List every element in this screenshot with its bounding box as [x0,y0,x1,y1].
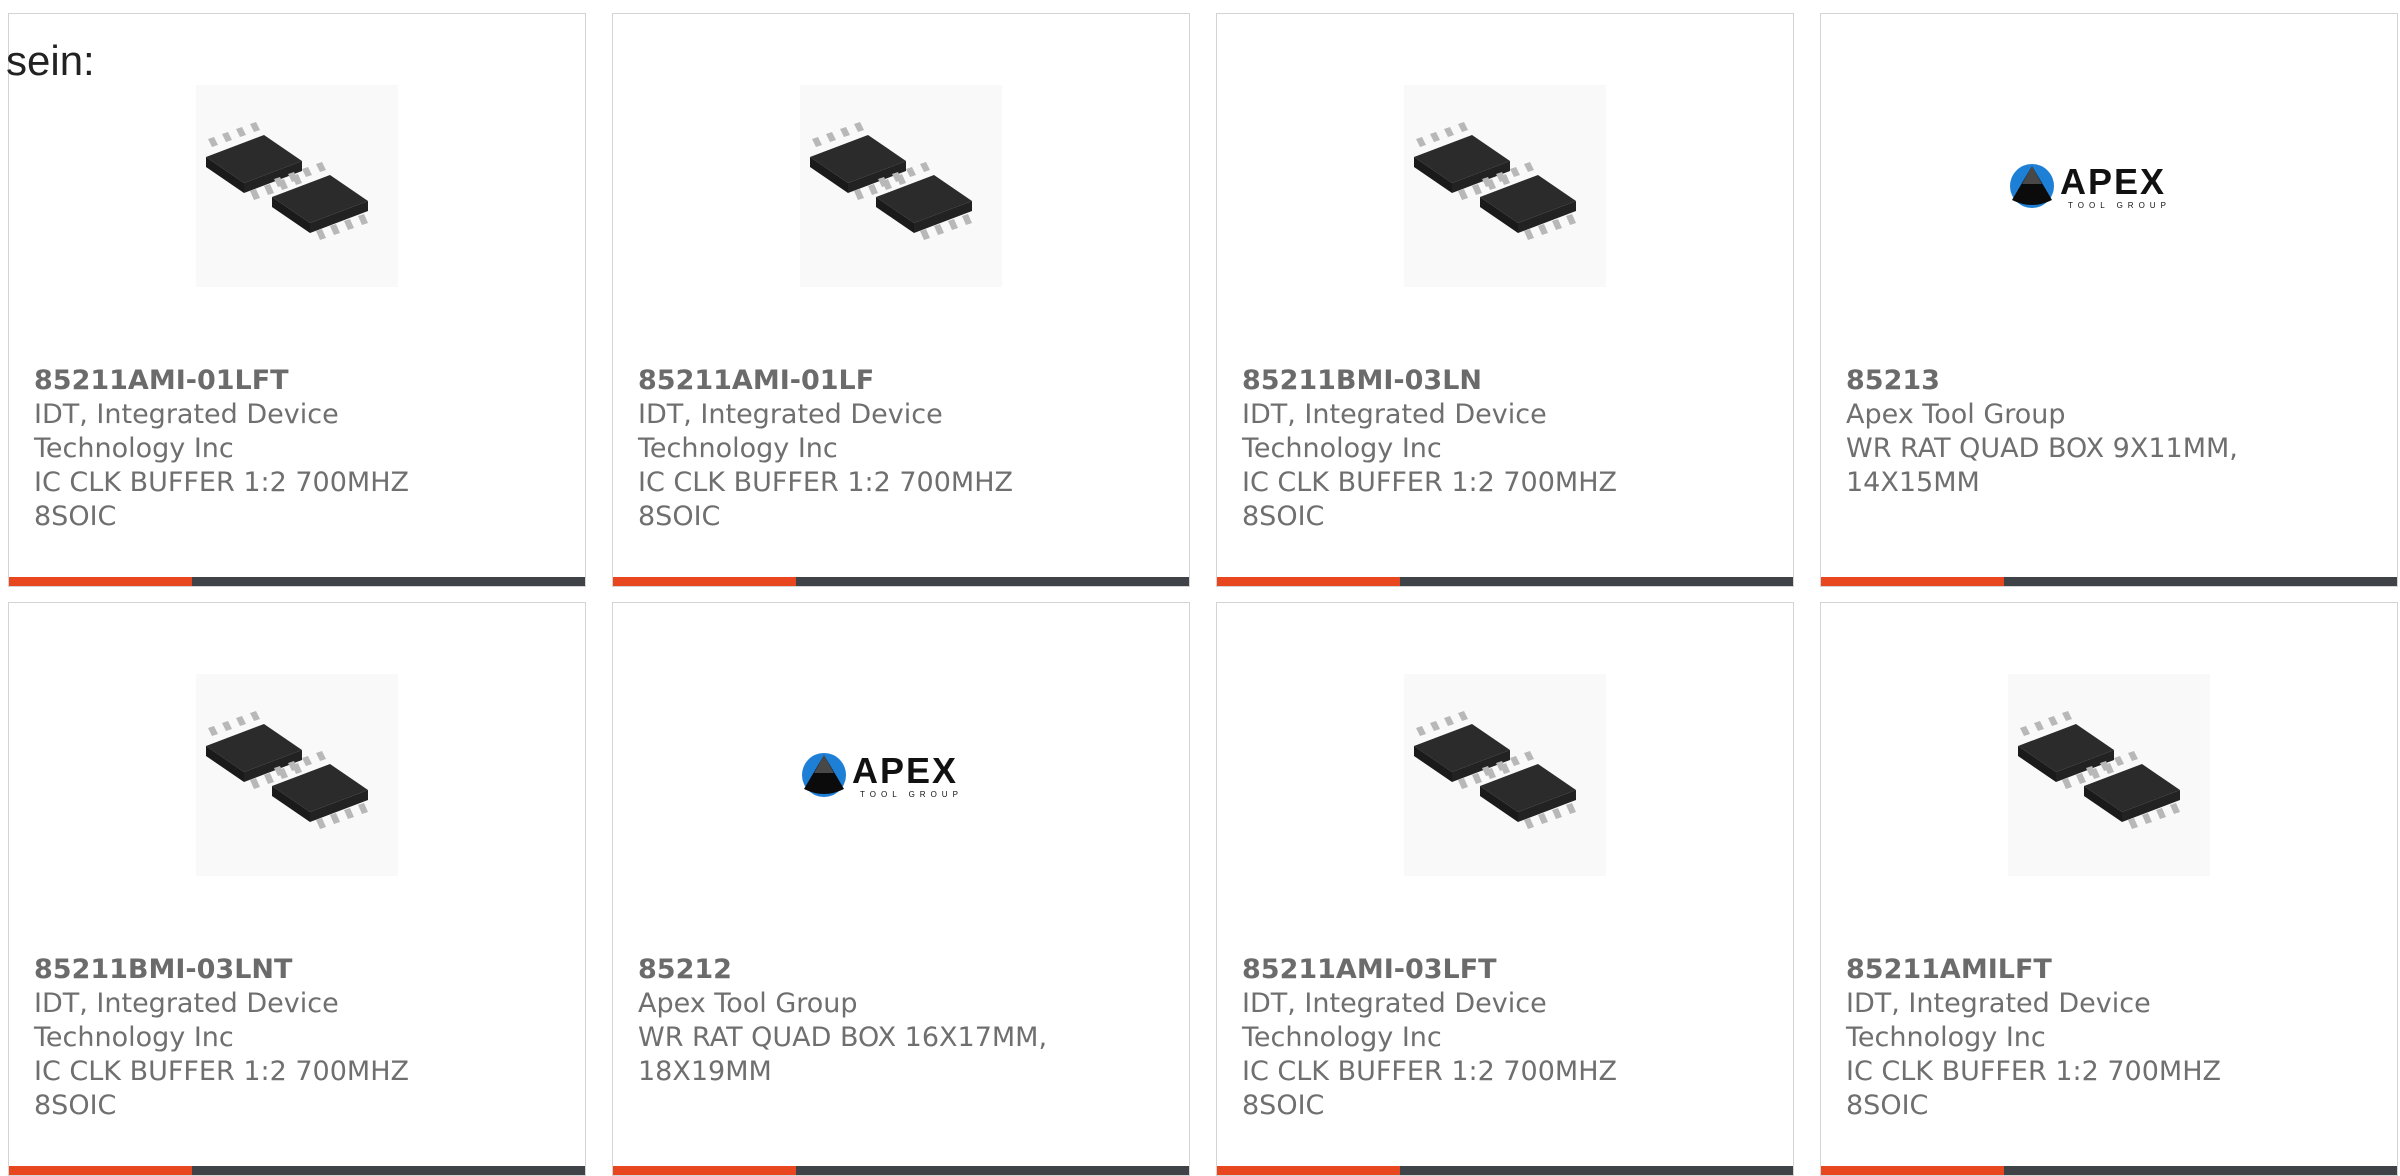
product-card[interactable]: APEX TOOL GROUP 85213 Apex Tool Group WR … [1820,13,2398,587]
product-card[interactable]: 85211AMI-01LFT IDT, Integrated Device Te… [8,13,586,587]
card-footer-bar [1217,577,1793,586]
soic-chip-image[interactable] [196,674,398,876]
description-line: WR RAT QUAD BOX 9X11MM, [1846,433,2238,464]
svg-text:APEX: APEX [852,750,958,791]
card-footer-bar [9,577,585,586]
product-card[interactable]: 85211AMILFT IDT, Integrated Device Techn… [1820,602,2398,1176]
apex-logo[interactable]: APEX TOOL GROUP [2008,85,2210,287]
description-line: IC CLK BUFFER 1:2 700MHZ [34,1056,409,1087]
description-line: IC CLK BUFFER 1:2 700MHZ [638,467,1013,498]
product-info: 85211AMI-01LFT IDT, Integrated Device Te… [34,364,565,534]
card-footer-accent [9,577,192,586]
product-info: 85213 Apex Tool Group WR RAT QUAD BOX 9X… [1846,364,2377,500]
manufacturer-line: IDT, Integrated Device [638,399,943,430]
manufacturer-line: Technology Inc [34,1022,234,1053]
soic-chip-image[interactable] [196,85,398,287]
product-card[interactable]: APEX TOOL GROUP 85212 Apex Tool Group WR … [612,602,1190,1176]
manufacturer-line: Technology Inc [1242,1022,1442,1053]
description-line: IC CLK BUFFER 1:2 700MHZ [34,467,409,498]
card-footer-bar [9,1166,585,1175]
manufacturer-line: IDT, Integrated Device [1242,988,1547,1019]
card-footer-bar [1217,1166,1793,1175]
manufacturer-line: Technology Inc [638,433,838,464]
product-card[interactable]: 85211BMI-03LNT IDT, Integrated Device Te… [8,602,586,1176]
product-info: 85211AMI-03LFT IDT, Integrated Device Te… [1242,953,1773,1123]
part-number-link[interactable]: 85211AMI-03LFT [1242,953,1773,987]
product-info: 85211AMILFT IDT, Integrated Device Techn… [1846,953,2377,1123]
product-grid: 85211AMI-01LFT IDT, Integrated Device Te… [0,0,2400,1176]
description-line: 8SOIC [1242,1090,1325,1121]
description-line: 8SOIC [1242,501,1325,532]
card-footer-bar [613,1166,1189,1175]
card-footer-bar [1821,1166,2397,1175]
manufacturer-line: Apex Tool Group [1846,399,2066,430]
product-card[interactable]: 85211AMI-03LFT IDT, Integrated Device Te… [1216,602,1794,1176]
apex-logo[interactable]: APEX TOOL GROUP [800,674,1002,876]
manufacturer-line: IDT, Integrated Device [1846,988,2151,1019]
description-line: 8SOIC [34,1090,117,1121]
manufacturer-line: Technology Inc [1846,1022,2046,1053]
soic-chip-image[interactable] [1404,85,1606,287]
manufacturer-line: Technology Inc [34,433,234,464]
manufacturer-line: IDT, Integrated Device [34,988,339,1019]
svg-text:TOOL GROUP: TOOL GROUP [860,790,963,799]
card-footer-bar [613,577,1189,586]
card-footer-accent [1821,1166,2004,1175]
card-footer-accent [613,1166,796,1175]
description-line: 14X15MM [1846,467,1980,498]
description-line: 8SOIC [34,501,117,532]
product-info: 85212 Apex Tool Group WR RAT QUAD BOX 16… [638,953,1169,1089]
product-card[interactable]: 85211AMI-01LF IDT, Integrated Device Tec… [612,13,1190,587]
soic-chip-image[interactable] [2008,674,2210,876]
description-line: 8SOIC [638,501,721,532]
part-number-link[interactable]: 85211AMI-01LF [638,364,1169,398]
part-number-link[interactable]: 85211BMI-03LN [1242,364,1773,398]
intro-text: sein: [6,37,95,84]
svg-text:APEX: APEX [2060,161,2166,202]
part-number-link[interactable]: 85211AMI-01LFT [34,364,565,398]
card-footer-bar [1821,577,2397,586]
part-number-link[interactable]: 85213 [1846,364,2377,398]
part-number-link[interactable]: 85211BMI-03LNT [34,953,565,987]
card-footer-accent [9,1166,192,1175]
description-line: 8SOIC [1846,1090,1929,1121]
card-footer-accent [1821,577,2004,586]
manufacturer-line: Apex Tool Group [638,988,858,1019]
product-card[interactable]: 85211BMI-03LN IDT, Integrated Device Tec… [1216,13,1794,587]
manufacturer-line: IDT, Integrated Device [1242,399,1547,430]
card-footer-accent [613,577,796,586]
part-number-link[interactable]: 85212 [638,953,1169,987]
svg-text:TOOL GROUP: TOOL GROUP [2068,201,2171,210]
description-line: WR RAT QUAD BOX 16X17MM, [638,1022,1048,1053]
manufacturer-line: IDT, Integrated Device [34,399,339,430]
soic-chip-image[interactable] [800,85,1002,287]
product-info: 85211BMI-03LNT IDT, Integrated Device Te… [34,953,565,1123]
product-info: 85211BMI-03LN IDT, Integrated Device Tec… [1242,364,1773,534]
product-info: 85211AMI-01LF IDT, Integrated Device Tec… [638,364,1169,534]
soic-chip-image[interactable] [1404,674,1606,876]
part-number-link[interactable]: 85211AMILFT [1846,953,2377,987]
card-footer-accent [1217,577,1400,586]
description-line: IC CLK BUFFER 1:2 700MHZ [1242,467,1617,498]
description-line: IC CLK BUFFER 1:2 700MHZ [1846,1056,2221,1087]
description-line: IC CLK BUFFER 1:2 700MHZ [1242,1056,1617,1087]
description-line: 18X19MM [638,1056,772,1087]
manufacturer-line: Technology Inc [1242,433,1442,464]
card-footer-accent [1217,1166,1400,1175]
